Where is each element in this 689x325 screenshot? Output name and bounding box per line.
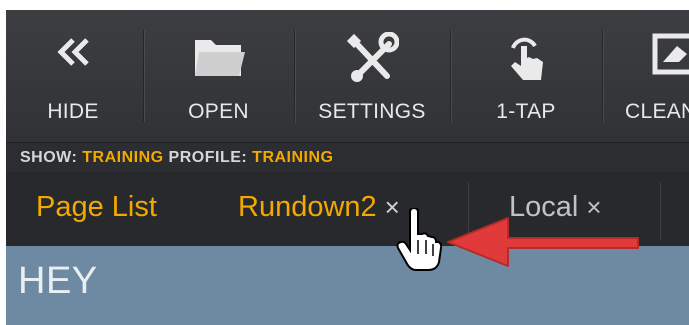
tap-hand-icon (503, 32, 549, 89)
tab-rundown2[interactable]: Rundown2 × (238, 172, 400, 246)
hide-button[interactable]: HIDE (6, 10, 140, 142)
clean-button[interactable]: CLEAN (605, 10, 689, 142)
page-title: HEY (18, 260, 98, 302)
hand-pointer-icon (396, 208, 442, 271)
one-tap-label: 1-TAP (496, 100, 556, 123)
settings-label: SETTINGS (318, 100, 426, 123)
profile-key: PROFILE: (168, 149, 248, 166)
open-label: OPEN (188, 100, 249, 123)
show-key: SHOW: (20, 149, 78, 166)
settings-button[interactable]: SETTINGS (297, 10, 447, 142)
open-button[interactable]: OPEN (146, 10, 291, 142)
tab-divider (660, 182, 661, 240)
profile-value: TRAINING (252, 149, 334, 166)
one-tap-button[interactable]: 1-TAP (453, 10, 599, 142)
app-window: HIDE OPEN SETTINGS 1-TAP CLEAN SHOW: TRA… (6, 10, 689, 325)
wrench-screwdriver-icon (345, 31, 400, 91)
tab-page-list[interactable]: Page List (36, 172, 157, 246)
hide-label: HIDE (47, 100, 99, 123)
toolbar-divider (294, 30, 295, 122)
eraser-icon (651, 32, 689, 83)
clean-label: CLEAN (625, 100, 689, 123)
show-value: TRAINING (82, 149, 164, 166)
show-profile-bar: SHOW: TRAINING PROFILE: TRAINING (6, 142, 689, 172)
toolbar-divider (602, 30, 603, 122)
tab-label: Page List (36, 191, 157, 223)
red-arrow-annotation (447, 217, 639, 267)
tab-label: Rundown2 (238, 191, 377, 223)
toolbar-divider (143, 30, 144, 122)
toolbar: HIDE OPEN SETTINGS 1-TAP CLEAN (6, 10, 689, 142)
toolbar-divider (450, 30, 451, 122)
folder-icon (191, 32, 247, 85)
double-chevron-left-icon (53, 32, 93, 77)
